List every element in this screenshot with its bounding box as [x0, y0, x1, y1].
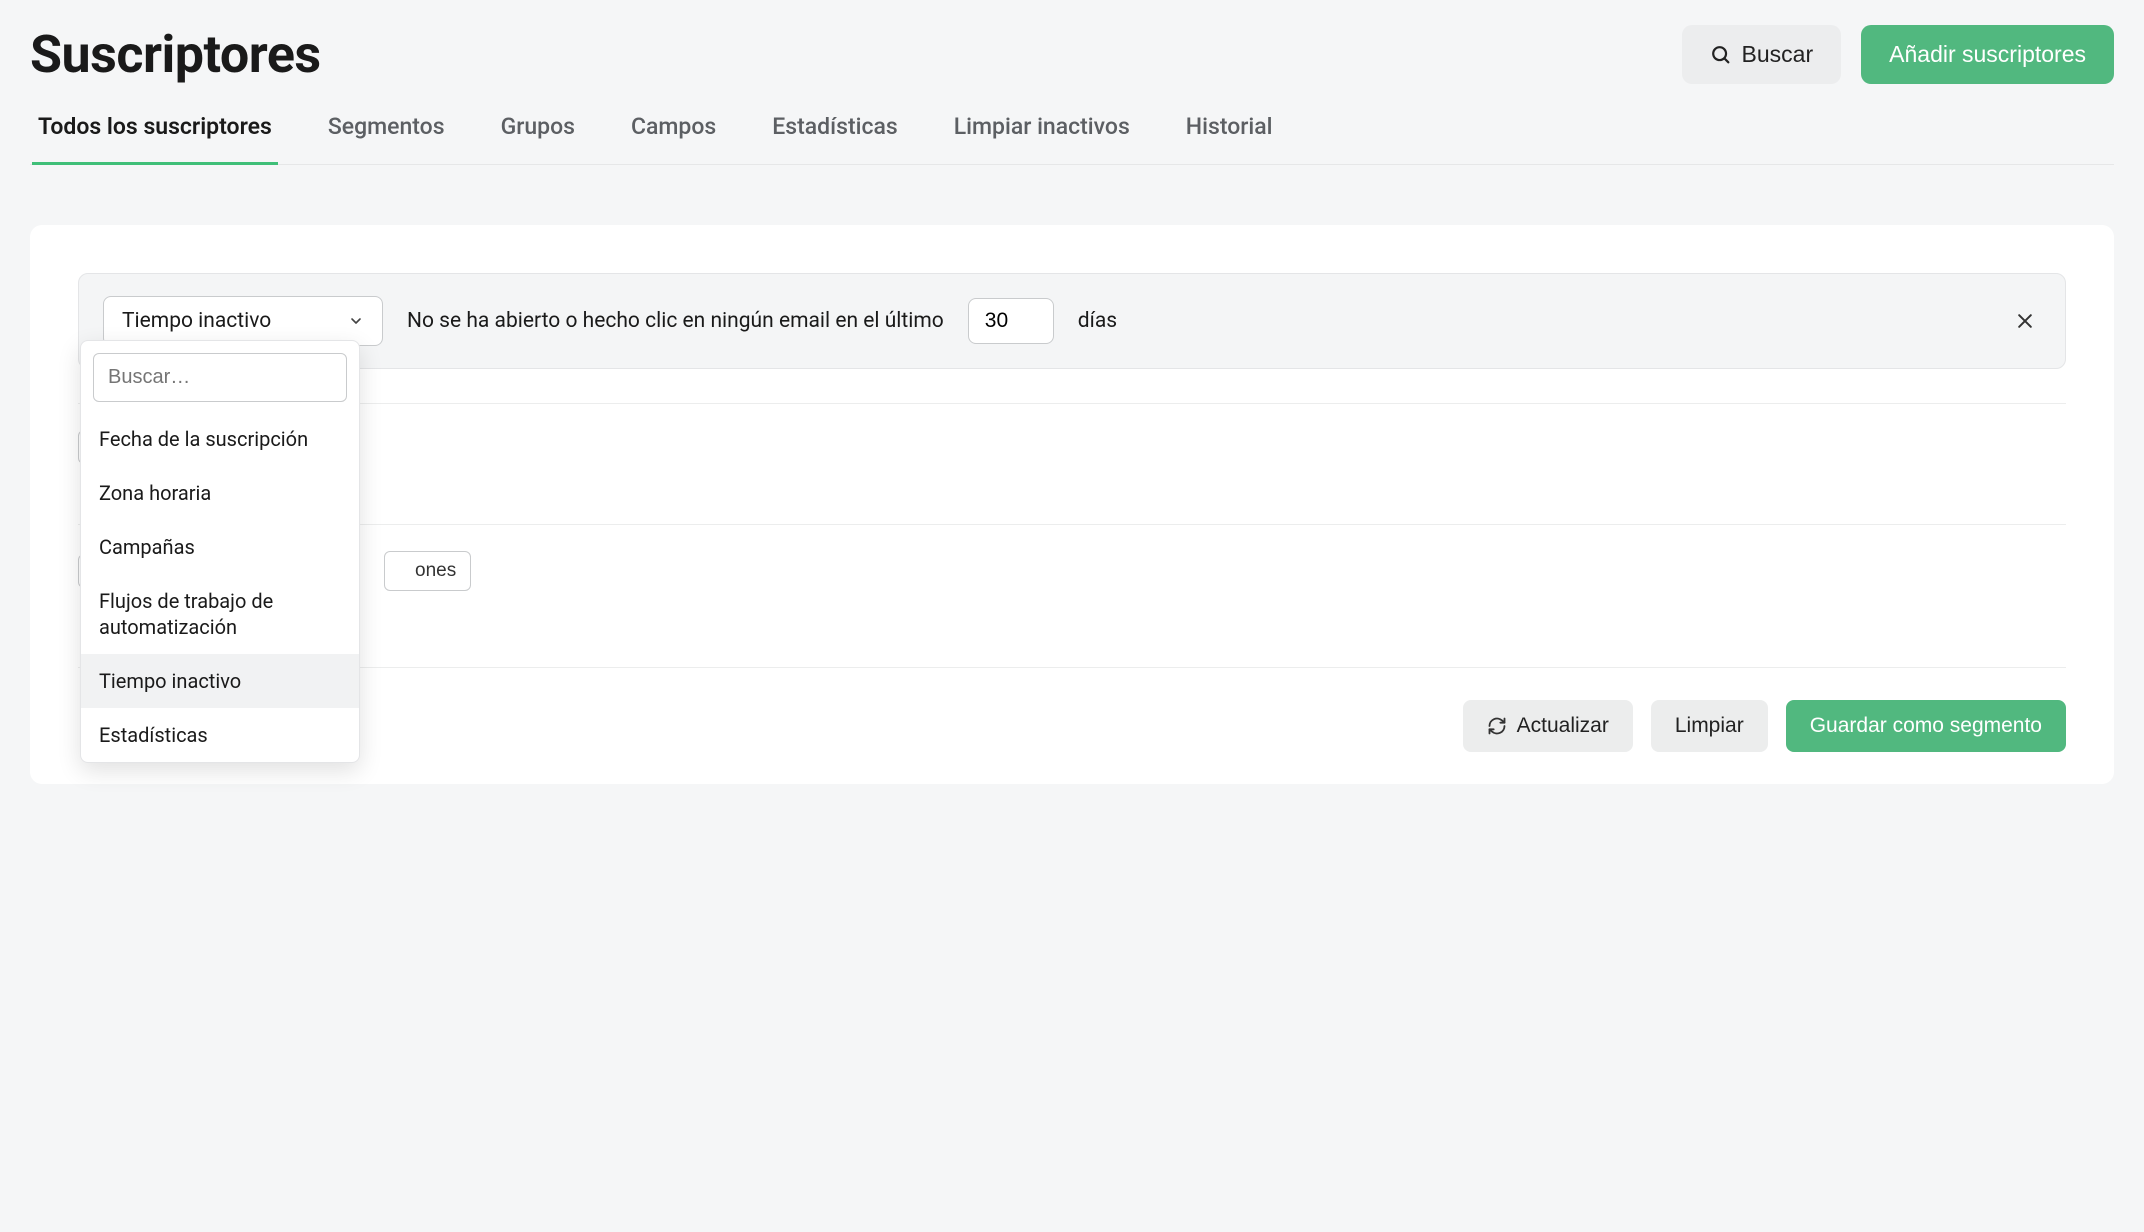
condition-type-select[interactable]: Tiempo inactivo — [103, 296, 383, 346]
condition-type-value: Tiempo inactivo — [122, 309, 271, 333]
tab-all-subscribers[interactable]: Todos los suscriptores — [38, 113, 272, 164]
tab-groups[interactable]: Grupos — [501, 113, 575, 164]
days-input[interactable] — [968, 298, 1054, 344]
refresh-button[interactable]: Actualizar — [1463, 700, 1633, 752]
dropdown-option[interactable]: Tiempo inactivo — [81, 654, 359, 708]
filter-condition-row: Tiempo inactivo No se ha abierto o hecho… — [78, 273, 2066, 369]
header-actions: Buscar Añadir suscriptores — [1682, 25, 2114, 84]
tab-fields[interactable]: Campos — [631, 113, 716, 164]
tab-clean-inactive[interactable]: Limpiar inactivos — [954, 113, 1130, 164]
clear-button[interactable]: Limpiar — [1651, 700, 1768, 752]
tab-segments[interactable]: Segmentos — [328, 113, 445, 164]
chevron-down-icon — [348, 313, 364, 329]
remove-condition-button[interactable] — [2009, 305, 2041, 337]
filter-panel: Tiempo inactivo No se ha abierto o hecho… — [30, 225, 2114, 784]
refresh-icon — [1487, 716, 1507, 736]
dropdown-option[interactable]: Zona horaria — [81, 466, 359, 520]
dropdown-option[interactable]: Flujos de trabajo de automatización — [81, 574, 359, 654]
save-segment-label: Guardar como segmento — [1810, 714, 2042, 738]
partial-button[interactable]: ones — [384, 551, 471, 591]
tabs-nav: Todos los suscriptores Segmentos Grupos … — [30, 113, 2114, 165]
tab-statistics[interactable]: Estadísticas — [772, 113, 897, 164]
dropdown-options-list[interactable]: Fecha de la suscripción Zona horaria Cam… — [81, 412, 359, 762]
add-condition-row — [78, 404, 2066, 490]
search-icon — [1710, 44, 1732, 66]
partial-button-label: ones — [415, 560, 456, 582]
save-segment-button[interactable]: Guardar como segmento — [1786, 700, 2066, 752]
dropdown-option[interactable]: Campañas — [81, 520, 359, 574]
tab-history[interactable]: Historial — [1186, 113, 1273, 164]
search-button-label: Buscar — [1742, 41, 1814, 68]
panel-footer: Actualizar Limpiar Guardar como segmento — [78, 667, 2066, 784]
days-suffix: días — [1078, 309, 1117, 333]
search-button[interactable]: Buscar — [1682, 25, 1842, 84]
clear-button-label: Limpiar — [1675, 714, 1744, 738]
condition-type-dropdown: Fecha de la suscripción Zona horaria Cam… — [80, 340, 360, 763]
dropdown-option[interactable]: Estadísticas — [81, 708, 359, 762]
refresh-button-label: Actualizar — [1517, 714, 1609, 738]
condition-description: No se ha abierto o hecho clic en ningún … — [407, 309, 944, 333]
add-subscribers-button[interactable]: Añadir suscriptores — [1861, 25, 2114, 84]
add-group-row: ones — [78, 525, 2066, 617]
dropdown-option[interactable]: Fecha de la suscripción — [81, 412, 359, 466]
close-icon — [2015, 311, 2035, 331]
page-title: Suscriptores — [30, 24, 321, 85]
dropdown-search-input[interactable] — [93, 353, 347, 402]
add-subscribers-label: Añadir suscriptores — [1889, 41, 2086, 68]
